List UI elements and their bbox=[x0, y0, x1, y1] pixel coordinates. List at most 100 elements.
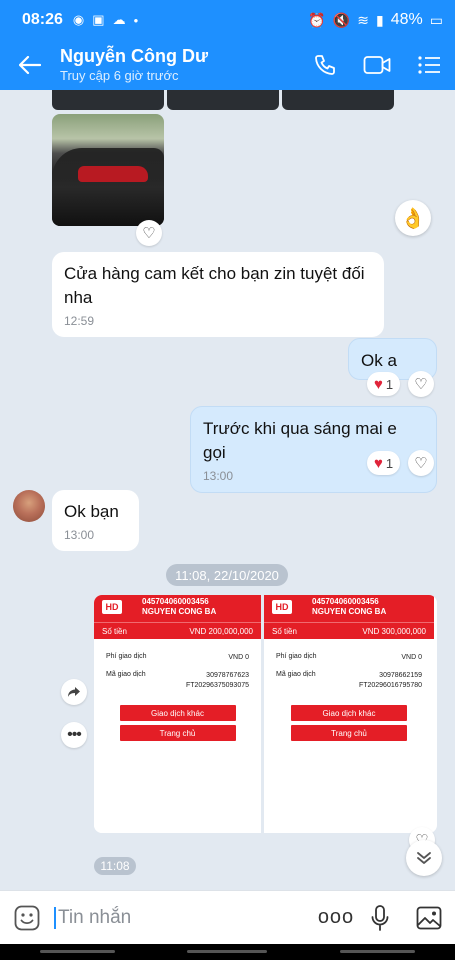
bank-receipt[interactable]: HD 045704060003456 NGUYEN CONG BA Số tiề… bbox=[264, 595, 434, 833]
car-photo-partial[interactable] bbox=[167, 90, 279, 110]
react-button[interactable]: ♡ bbox=[408, 371, 434, 397]
share-button[interactable] bbox=[61, 679, 87, 705]
receipt-header: HD 045704060003456 NGUYEN CONG BA bbox=[94, 595, 261, 622]
emoji-icon bbox=[14, 905, 40, 930]
amount-value: VND 300,000,000 bbox=[362, 626, 426, 636]
gallery-icon: ▣ bbox=[92, 12, 105, 27]
fee-row: Phí giao dịch VND 0 bbox=[264, 653, 434, 663]
reaction-count: 1 bbox=[385, 455, 394, 471]
code-line-2: FT20296375093075 bbox=[185, 682, 249, 689]
contact-avatar[interactable] bbox=[13, 490, 45, 522]
message-time: 13:00 bbox=[64, 528, 95, 542]
text-cursor bbox=[54, 906, 56, 929]
dot-icon: • bbox=[133, 12, 139, 28]
message-bubble-incoming[interactable]: Cửa hàng cam kết cho bạn zin tuyệt đối n… bbox=[52, 252, 384, 337]
microphone-icon bbox=[371, 904, 389, 931]
reaction-count: 1 bbox=[385, 376, 394, 392]
receipt-account: 045704060003456 NGUYEN CONG BA bbox=[142, 597, 216, 617]
bank-receipt[interactable]: HD 045704060003456 NGUYEN CONG BA Số tiề… bbox=[94, 595, 264, 833]
car-taillight-shape bbox=[78, 166, 148, 182]
chat-header: Nguyễn Công Dư Truy cập 6 giờ trước bbox=[0, 40, 455, 90]
receipt-amount-row: Số tiền VND 300,000,000 bbox=[264, 622, 434, 639]
code-line-1: 30978662159 bbox=[379, 672, 422, 679]
chat-area[interactable]: ♡ 👌 Cửa hàng cam kết cho bạn zin tuyệt đ… bbox=[0, 90, 455, 890]
message-bubble-incoming[interactable]: Ok bạn 13:00 bbox=[52, 490, 139, 551]
phone-icon bbox=[315, 55, 335, 75]
alarm-icon: ⏰ bbox=[308, 11, 326, 28]
code-line-1: 30978767623 bbox=[206, 672, 249, 679]
contact-info[interactable]: Nguyễn Công Dư Truy cập 6 giờ trước bbox=[60, 45, 299, 85]
fee-label: Phí giao dịch bbox=[106, 653, 147, 660]
more-actions-button[interactable]: ooo bbox=[315, 906, 357, 929]
more-dots-icon: ••• bbox=[67, 726, 82, 743]
other-transaction-button: Giao dịch khác bbox=[119, 705, 236, 721]
react-button[interactable]: ♡ bbox=[136, 220, 162, 246]
fee-label: Phí giao dịch bbox=[276, 653, 317, 660]
message-text: Ok a bbox=[361, 351, 397, 370]
message-text: Ok bạn bbox=[64, 502, 119, 521]
list-menu-icon bbox=[418, 56, 440, 74]
account-number: 045704060003456 bbox=[142, 597, 209, 606]
signal-icon: ▮ bbox=[376, 11, 384, 28]
weather-icon: ☁ bbox=[112, 12, 126, 27]
nav-back[interactable] bbox=[340, 950, 415, 953]
nav-home[interactable] bbox=[187, 950, 267, 953]
sticker-button[interactable] bbox=[0, 905, 54, 931]
message-time: 12:59 bbox=[64, 314, 95, 328]
last-seen: Truy cập 6 giờ trước bbox=[60, 68, 179, 83]
heart-icon: ♥ bbox=[374, 375, 383, 393]
code-value: 30978662159 FT20296016795780 bbox=[359, 671, 422, 691]
bank-logo: HD bbox=[102, 600, 122, 614]
battery-text: 48% bbox=[390, 11, 423, 28]
system-nav-bar bbox=[0, 944, 455, 960]
code-value: 30978767623 FT20296375093075 bbox=[186, 671, 249, 691]
home-button: Trang chủ bbox=[291, 725, 407, 741]
battery-icon: ▭ bbox=[429, 11, 443, 28]
ok-hand-icon: 👌 bbox=[400, 207, 426, 230]
reaction-summary[interactable]: ♥ 1 bbox=[367, 372, 401, 396]
message-text: Cửa hàng cam kết cho bạn zin tuyệt đối n… bbox=[64, 264, 365, 307]
heart-outline-icon: ♡ bbox=[414, 376, 428, 393]
more-options-button[interactable]: ••• bbox=[61, 722, 87, 748]
account-number: 045704060003456 bbox=[312, 597, 379, 606]
nav-recent[interactable] bbox=[40, 950, 115, 953]
amount-label: Số tiền bbox=[272, 626, 297, 636]
car-photo-partial[interactable] bbox=[52, 90, 164, 110]
status-bar: 08:26 ◉ ▣ ☁ • ⏰ 🔇 ≋ ▮ 48% ▭ bbox=[0, 0, 455, 40]
scroll-to-bottom-button[interactable] bbox=[406, 840, 442, 876]
image-icon bbox=[416, 906, 442, 929]
amount-value: VND 200,000,000 bbox=[189, 626, 253, 636]
voice-button[interactable] bbox=[357, 904, 403, 931]
messenger-icon: ◉ bbox=[72, 12, 85, 27]
other-transaction-button: Giao dịch khác bbox=[291, 705, 407, 721]
menu-button[interactable] bbox=[403, 55, 455, 75]
account-name: NGUYEN CONG BA bbox=[312, 607, 387, 616]
message-input-bar: Tin nhắn ooo bbox=[0, 890, 455, 944]
contact-name: Nguyễn Công Dư bbox=[60, 46, 209, 66]
amount-label: Số tiền bbox=[102, 626, 127, 636]
message-input[interactable]: Tin nhắn bbox=[54, 906, 315, 929]
gallery-button[interactable] bbox=[403, 906, 455, 930]
code-label: Mã giao dịch bbox=[276, 671, 316, 678]
bank-logo: HD bbox=[272, 600, 292, 614]
fee-value: VND 0 bbox=[401, 654, 422, 661]
receipt-header: HD 045704060003456 NGUYEN CONG BA bbox=[264, 595, 434, 622]
video-call-button[interactable] bbox=[351, 55, 403, 75]
react-button[interactable]: ♡ bbox=[408, 450, 434, 476]
fee-row: Phí giao dịch VND 0 bbox=[94, 653, 261, 663]
mute-icon: 🔇 bbox=[332, 11, 351, 28]
back-button[interactable] bbox=[0, 56, 60, 74]
car-photo-partial[interactable] bbox=[282, 90, 394, 110]
account-name: NGUYEN CONG BA bbox=[142, 607, 217, 616]
message-placeholder: Tin nhắn bbox=[58, 906, 132, 928]
message-bubble-outgoing[interactable]: Trước khi qua sáng mai e gọi 13:00 bbox=[190, 406, 437, 493]
reaction-summary[interactable]: ♥ 1 bbox=[367, 451, 401, 475]
arrow-left-icon bbox=[19, 56, 41, 74]
car-photo[interactable] bbox=[52, 114, 164, 226]
receipt-images[interactable]: HD 045704060003456 NGUYEN CONG BA Số tiề… bbox=[94, 595, 437, 833]
quick-emoji-button[interactable]: 👌 bbox=[395, 200, 431, 236]
wifi-icon: ≋ bbox=[357, 11, 370, 28]
share-arrow-icon bbox=[68, 687, 80, 697]
date-separator: 11:08, 22/10/2020 bbox=[166, 564, 288, 586]
call-button[interactable] bbox=[299, 53, 351, 77]
